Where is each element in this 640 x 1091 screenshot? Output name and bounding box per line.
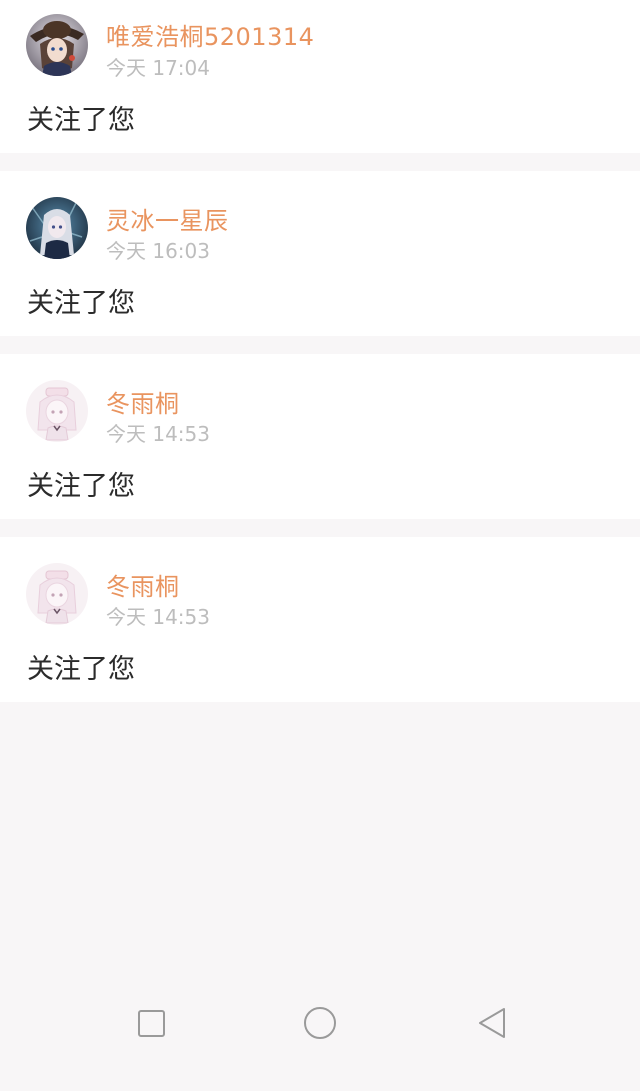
home-button[interactable] <box>298 1001 342 1045</box>
back-button[interactable] <box>470 1001 514 1045</box>
recent-apps-button[interactable] <box>129 1001 173 1045</box>
notification-message: 关注了您 <box>27 471 135 502</box>
home-circle-icon <box>304 1007 336 1039</box>
notification-message: 关注了您 <box>27 105 135 136</box>
avatar[interactable] <box>26 563 88 625</box>
timestamp: 今天 16:03 <box>106 239 210 263</box>
notification-item[interactable]: 冬雨桐 今天 14:53 关注了您 <box>0 537 640 702</box>
anime-silver-hair-avatar-icon <box>26 197 88 259</box>
timestamp: 今天 17:04 <box>106 56 210 80</box>
avatar[interactable] <box>26 197 88 259</box>
notification-message: 关注了您 <box>27 288 135 319</box>
pastel-chibi-girl-avatar-icon <box>26 563 88 625</box>
notification-list: 唯爱浩桐5201314 今天 17:04 关注了您 灵冰一星辰 今天 16:03… <box>0 0 640 720</box>
anime-girl-with-hat-avatar-icon <box>26 14 88 76</box>
back-triangle-icon <box>479 1008 505 1038</box>
user-name[interactable]: 冬雨桐 <box>106 384 180 419</box>
timestamp: 今天 14:53 <box>106 605 210 629</box>
user-name[interactable]: 灵冰一星辰 <box>106 201 229 236</box>
timestamp: 今天 14:53 <box>106 422 210 446</box>
notification-item[interactable]: 灵冰一星辰 今天 16:03 关注了您 <box>0 171 640 336</box>
recent-apps-square-icon <box>138 1010 165 1037</box>
notification-message: 关注了您 <box>27 654 135 685</box>
user-name[interactable]: 唯爱浩桐5201314 <box>106 17 314 52</box>
user-name[interactable]: 冬雨桐 <box>106 567 180 602</box>
pastel-chibi-girl-avatar-icon <box>26 380 88 442</box>
avatar[interactable] <box>26 14 88 76</box>
system-navigation-bar <box>0 981 640 1091</box>
notification-item[interactable]: 冬雨桐 今天 14:53 关注了您 <box>0 354 640 519</box>
notification-item[interactable]: 唯爱浩桐5201314 今天 17:04 关注了您 <box>0 0 640 153</box>
avatar[interactable] <box>26 380 88 442</box>
